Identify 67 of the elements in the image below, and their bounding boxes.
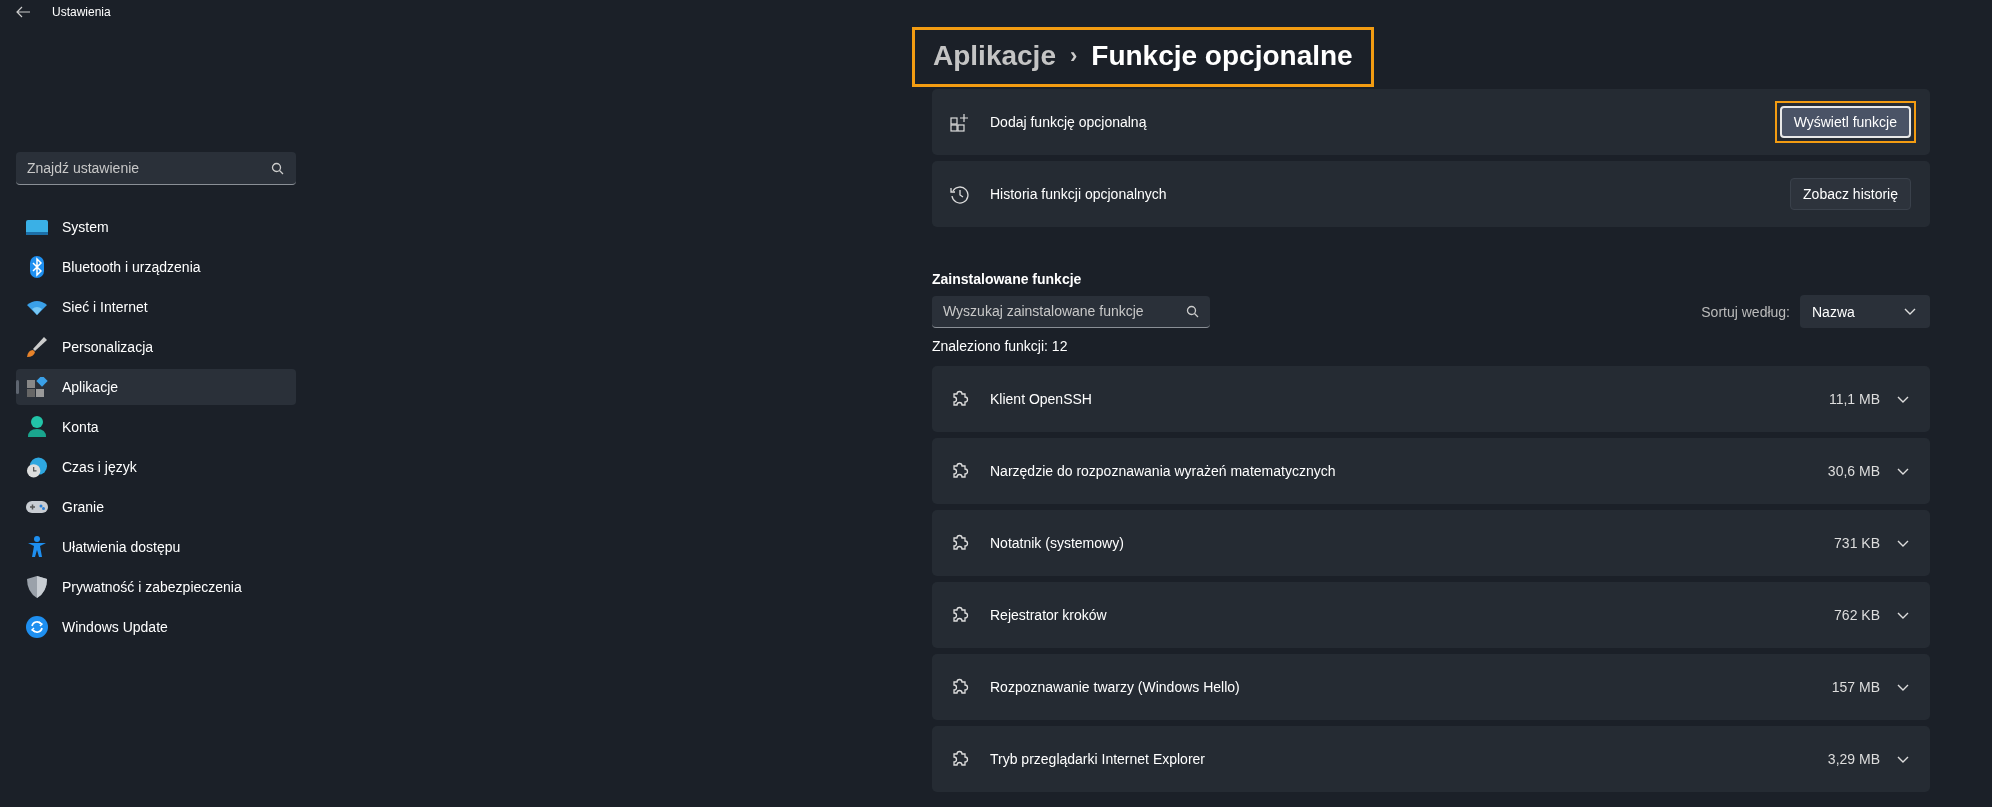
selection-indicator <box>16 380 19 394</box>
feature-name: Narzędzie do rozpoznawania wyrażeń matematycznych <box>990 463 1337 479</box>
feature-row[interactable]: Klient OpenSSH 11,1 MB <box>932 366 1930 432</box>
accessibility-icon <box>27 536 47 558</box>
sort-label: Sortuj według: <box>1701 303 1790 320</box>
feature-name: Tryb przeglądarki Internet Explorer <box>990 751 1207 767</box>
nav-item[interactable]: Sieć i Internet <box>16 289 296 325</box>
feature-row[interactable]: Tryb przeglądarki Internet Explorer 3,29 MB <box>932 726 1930 792</box>
result-count: Znaleziono funkcji: 12 <box>932 338 1069 354</box>
card-button[interactable]: Zobacz historię <box>1790 178 1911 210</box>
feature-row[interactable]: Rejestrator kroków 762 KB <box>932 582 1930 648</box>
feature-size: 762 KB <box>1834 607 1880 623</box>
nav-item[interactable]: Ułatwienia dostępu <box>16 529 296 565</box>
feature-row[interactable]: Rozpoznawanie twarzy (Windows Hello) 157 MB <box>932 654 1930 720</box>
puzzle-piece-icon <box>950 461 969 481</box>
shield-icon <box>27 576 47 598</box>
nav-item[interactable]: Windows Update <box>16 609 296 645</box>
breadcrumb-separator: › <box>1069 43 1078 69</box>
search-icon <box>1186 304 1199 318</box>
nav-item[interactable]: System <box>16 209 296 245</box>
breadcrumb-link[interactable]: Aplikacje <box>933 40 1056 72</box>
refresh-icon <box>26 616 48 638</box>
nav-item[interactable]: Konta <box>16 409 296 445</box>
search-field[interactable]: Wyszukaj zainstalowane funkcje <box>932 295 1210 328</box>
feature-size: 30,6 MB <box>1827 463 1880 479</box>
bluetooth-icon <box>27 256 47 278</box>
person-icon <box>27 416 47 438</box>
feature-name: Rozpoznawanie twarzy (Windows Hello) <box>990 679 1241 695</box>
chevron-icon <box>1904 308 1916 315</box>
puzzle-piece-icon <box>950 677 969 697</box>
monitor-icon <box>26 218 48 236</box>
gamepad-icon <box>26 498 48 516</box>
puzzle-piece-icon <box>950 749 969 769</box>
card-label: Historia funkcji opcjonalnych <box>990 186 1168 202</box>
add-apps-icon <box>950 112 969 132</box>
feature-row[interactable]: Notatnik (systemowy) 731 KB <box>932 510 1930 576</box>
nav-item[interactable]: Prywatność i zabezpieczenia <box>16 569 296 605</box>
back-arrow-icon[interactable] <box>16 6 30 18</box>
puzzle-piece-icon <box>950 605 969 625</box>
feature-name: Notatnik (systemowy) <box>990 535 1125 551</box>
search-field[interactable]: Znajdź ustawienie <box>16 152 296 185</box>
feature-size: 731 KB <box>1834 535 1880 551</box>
puzzle-piece-icon <box>950 389 969 409</box>
feature-size: 157 MB <box>1831 679 1880 695</box>
paintbrush-icon <box>26 336 48 358</box>
feature-name: Klient OpenSSH <box>990 391 1093 407</box>
feature-size: 3,29 MB <box>1827 751 1880 767</box>
feature-size: 11,1 MB <box>1828 391 1880 407</box>
wifi-icon <box>26 298 48 316</box>
apps-icon <box>26 376 48 398</box>
nav-item[interactable]: Granie <box>16 489 296 525</box>
nav-item[interactable]: Personalizacja <box>16 329 296 365</box>
card-button[interactable]: Wyświetl funkcje <box>1779 106 1911 138</box>
nav-item[interactable]: Aplikacje <box>16 369 296 405</box>
globe-clock-icon <box>26 455 48 479</box>
page-title: Funkcje opcjonalne <box>1091 40 1353 72</box>
feature-name: Rejestrator kroków <box>990 607 1108 623</box>
sort-dropdown[interactable]: Nazwa <box>1800 295 1930 328</box>
card-label: Dodaj funkcję opcjonalną <box>990 114 1148 130</box>
section-heading: Zainstalowane funkcje <box>932 271 1083 287</box>
feature-row[interactable]: Narzędzie do rozpoznawania wyrażeń matematycznych 30,6 MB <box>932 438 1930 504</box>
history-icon <box>950 184 969 204</box>
nav-item[interactable]: Bluetooth i urządzenia <box>16 249 296 285</box>
search-icon <box>271 161 284 175</box>
puzzle-piece-icon <box>950 533 969 553</box>
window-title: Ustawienia <box>52 5 111 19</box>
nav-item[interactable]: Czas i język <box>16 449 296 485</box>
